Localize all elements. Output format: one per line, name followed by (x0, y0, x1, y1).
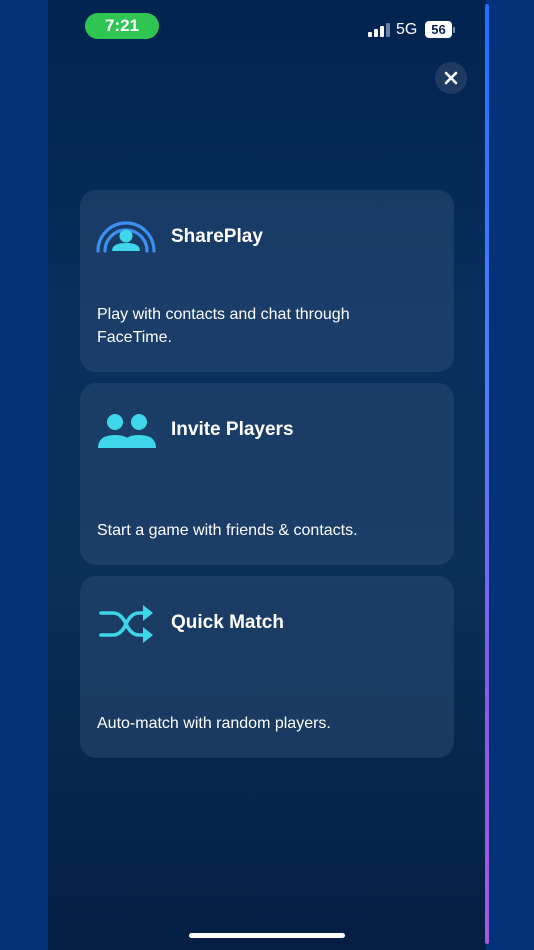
cellular-signal-icon (368, 23, 390, 37)
screen: 7:21 5G 56 SharePlay Play with contacts … (0, 0, 534, 950)
quick-match-option[interactable]: Quick Match Auto-match with random playe… (80, 576, 454, 758)
status-time: 7:21 (85, 13, 159, 39)
close-icon (444, 71, 458, 85)
battery-cap (453, 27, 455, 33)
edge-glow-bar (485, 4, 489, 944)
network-type: 5G (396, 21, 418, 38)
close-button[interactable] (435, 62, 467, 94)
invite-players-option[interactable]: Invite Players Start a game with friends… (80, 383, 454, 565)
invite-players-title: Invite Players (171, 419, 294, 440)
quick-match-title: Quick Match (171, 612, 284, 633)
shuffle-icon (99, 605, 153, 643)
battery-icon: 56 (425, 21, 452, 38)
shareplay-description: Play with contacts and chat through Face… (97, 306, 350, 346)
invite-players-description: Start a game with friends & contacts. (97, 522, 358, 539)
people-icon (98, 414, 156, 448)
shareplay-title: SharePlay (171, 226, 263, 247)
shareplay-option[interactable]: SharePlay Play with contacts and chat th… (80, 190, 454, 372)
shareplay-icon (96, 221, 156, 253)
quick-match-description: Auto-match with random players. (97, 715, 331, 732)
home-indicator[interactable] (189, 933, 345, 938)
